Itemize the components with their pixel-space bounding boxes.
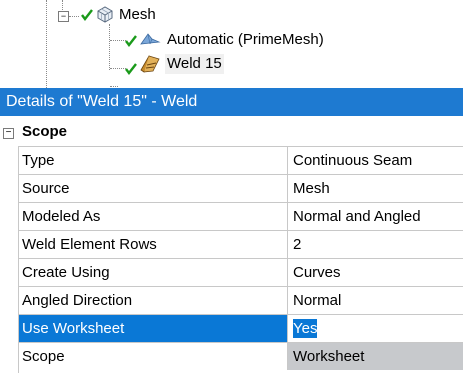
property-row-create-using[interactable]: Create Using Curves <box>18 258 463 286</box>
property-value-field[interactable]: Yes <box>288 315 463 342</box>
property-value[interactable]: Continuous Seam <box>288 147 463 174</box>
tree-branch-line <box>110 86 118 87</box>
property-value[interactable]: Curves <box>288 259 463 286</box>
tree-guide-line <box>109 24 110 70</box>
property-name: Scope <box>18 343 288 370</box>
mesh-expander-icon[interactable]: − <box>58 11 69 22</box>
property-name: Source <box>18 175 288 202</box>
green-check-icon <box>81 9 93 21</box>
property-value[interactable]: Normal <box>288 287 463 314</box>
property-value: Worksheet <box>288 343 463 370</box>
tree-node-automatic[interactable]: Automatic (PrimeMesh) <box>167 30 324 50</box>
section-label: Scope <box>22 123 68 140</box>
property-row-angled-direction[interactable]: Angled Direction Normal <box>18 286 463 314</box>
property-value[interactable]: Normal and Angled <box>288 203 463 230</box>
property-name: Angled Direction <box>18 287 288 314</box>
property-row-weld-element-rows[interactable]: Weld Element Rows 2 <box>18 230 463 258</box>
property-value[interactable]: Yes <box>293 319 318 338</box>
property-name: Create Using <box>18 259 288 286</box>
weld-icon <box>140 55 160 73</box>
tree-node-mesh[interactable]: Mesh <box>119 5 156 25</box>
property-row-use-worksheet[interactable]: Use Worksheet Yes <box>18 314 463 342</box>
tree-branch-line <box>69 16 79 17</box>
property-value[interactable]: Mesh <box>288 175 463 202</box>
tree-guide-line <box>46 0 47 88</box>
property-name: Use Worksheet <box>18 315 288 342</box>
property-row-type[interactable]: Type Continuous Seam <box>18 146 463 174</box>
details-panel-title: Details of "Weld 15" - Weld <box>0 88 463 116</box>
mesh-cube-icon <box>97 6 113 23</box>
green-check-icon <box>125 35 137 47</box>
property-name: Type <box>18 147 288 174</box>
collapse-minus-icon[interactable]: − <box>3 128 14 139</box>
tree-node-weld[interactable]: Weld 15 <box>165 54 224 74</box>
outline-tree: − Mesh Automatic (PrimeMesh) Weld 15 <box>0 0 463 88</box>
section-scope[interactable]: − Scope <box>0 120 463 146</box>
grid-left-border <box>18 146 19 373</box>
property-row-source[interactable]: Source Mesh <box>18 174 463 202</box>
green-check-icon <box>125 63 137 75</box>
details-grid: − Scope Type Continuous Seam Source Mesh… <box>0 116 463 373</box>
property-row-scope[interactable]: Scope Worksheet <box>18 342 463 370</box>
property-name: Weld Element Rows <box>18 231 288 258</box>
property-value[interactable]: 2 <box>288 231 463 258</box>
property-row-modeled-as[interactable]: Modeled As Normal and Angled <box>18 202 463 230</box>
property-name: Modeled As <box>18 203 288 230</box>
automatic-mesh-icon <box>140 33 161 45</box>
